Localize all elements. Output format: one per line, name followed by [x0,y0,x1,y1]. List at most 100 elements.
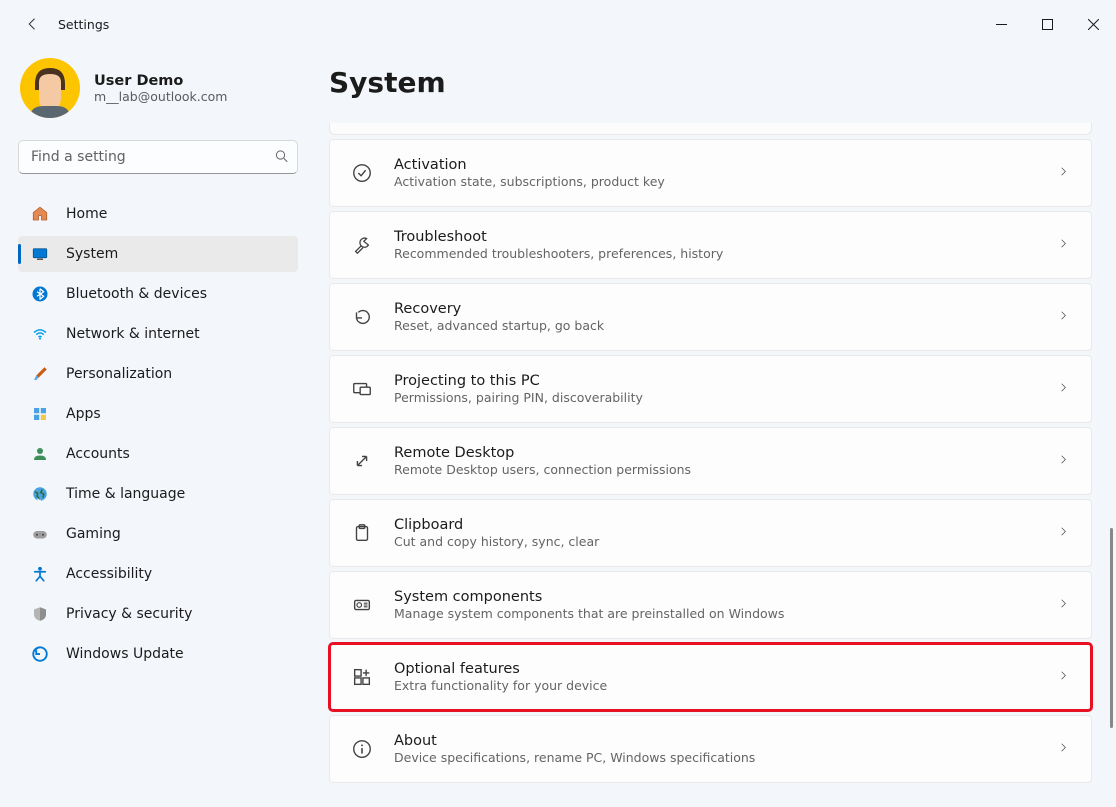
recovery-icon [350,305,374,329]
info-icon [350,737,374,761]
nav-item-time[interactable]: Time & language [18,476,298,512]
chevron-right-icon [1056,308,1071,327]
nav-item-label: Home [66,206,107,222]
system-icon [30,244,50,264]
shield-icon [30,604,50,624]
card-desc: Cut and copy history, sync, clear [394,534,1056,549]
nav-item-bluetooth[interactable]: Bluetooth & devices [18,276,298,312]
card-desc: Extra functionality for your device [394,678,1056,693]
card-title: About [394,733,1056,749]
previous-card-edge [329,123,1092,135]
card-title: Activation [394,157,1056,173]
nav-item-home[interactable]: Home [18,196,298,232]
card-components[interactable]: System components Manage system componen… [329,571,1092,639]
gamepad-icon [30,524,50,544]
scrollbar-thumb[interactable] [1110,528,1113,728]
chevron-right-icon [1056,380,1071,399]
nav-item-accounts[interactable]: Accounts [18,436,298,472]
person-icon [30,444,50,464]
card-troubleshoot[interactable]: Troubleshoot Recommended troubleshooters… [329,211,1092,279]
card-desc: Manage system components that are preins… [394,606,1056,621]
card-desc: Remote Desktop users, connection permiss… [394,462,1056,477]
card-desc: Recommended troubleshooters, preferences… [394,246,1056,261]
chevron-right-icon [1056,740,1071,759]
brush-icon [30,364,50,384]
nav-item-label: Accessibility [66,566,152,582]
card-desc: Activation state, subscriptions, product… [394,174,1056,189]
nav-item-label: Personalization [66,366,172,382]
main-content: System Activation Activation state, subs… [305,48,1116,807]
maximize-button[interactable] [1024,0,1070,48]
search-wrap [18,140,298,174]
check-circle-icon [350,161,374,185]
title-bar: Settings [0,0,1116,48]
nav-item-label: Network & internet [66,326,200,342]
card-title: Troubleshoot [394,229,1056,245]
chevron-right-icon [1056,452,1071,471]
wrench-icon [350,233,374,257]
app-title: Settings [58,17,109,32]
nav-item-label: Gaming [66,526,121,542]
card-activation[interactable]: Activation Activation state, subscriptio… [329,139,1092,207]
nav: Home System Bluetooth & devices Network & i… [18,196,298,672]
chevron-right-icon [1056,524,1071,543]
minimize-button[interactable] [978,0,1024,48]
sidebar: User Demo m__lab@outlook.com Home System B… [0,48,305,807]
card-desc: Permissions, pairing PIN, discoverabilit… [394,390,1056,405]
card-desc: Reset, advanced startup, go back [394,318,1056,333]
card-clipboard[interactable]: Clipboard Cut and copy history, sync, cl… [329,499,1092,567]
home-icon [30,204,50,224]
chevron-right-icon [1056,164,1071,183]
nav-item-system[interactable]: System [18,236,298,272]
avatar [20,58,80,118]
components-icon [350,593,374,617]
nav-item-label: Bluetooth & devices [66,286,207,302]
nav-item-accessibility[interactable]: Accessibility [18,556,298,592]
card-remote[interactable]: Remote Desktop Remote Desktop users, con… [329,427,1092,495]
chevron-right-icon [1056,596,1071,615]
card-about[interactable]: About Device specifications, rename PC, … [329,715,1092,783]
nav-item-label: Time & language [66,486,185,502]
card-desc: Device specifications, rename PC, Window… [394,750,1056,765]
nav-item-label: Privacy & security [66,606,192,622]
card-title: Projecting to this PC [394,373,1056,389]
chevron-right-icon [1056,668,1071,687]
profile-block[interactable]: User Demo m__lab@outlook.com [18,58,295,118]
remote-icon [350,449,374,473]
close-button[interactable] [1070,0,1116,48]
profile-name: User Demo [94,73,227,89]
card-title: Optional features [394,661,1056,677]
nav-item-personalization[interactable]: Personalization [18,356,298,392]
search-icon [273,148,288,167]
card-optional[interactable]: Optional features Extra functionality fo… [329,643,1092,711]
apps-icon [30,404,50,424]
nav-item-network[interactable]: Network & internet [18,316,298,352]
optional-icon [350,665,374,689]
accessibility-icon [30,564,50,584]
clipboard-icon [350,521,374,545]
update-icon [30,644,50,664]
profile-email: m__lab@outlook.com [94,89,227,104]
wifi-icon [30,324,50,344]
card-title: Recovery [394,301,1056,317]
nav-item-label: Accounts [66,446,130,462]
card-projecting[interactable]: Projecting to this PC Permissions, pairi… [329,355,1092,423]
back-button[interactable] [18,9,48,39]
nav-item-label: System [66,246,118,262]
project-icon [350,377,374,401]
bluetooth-icon [30,284,50,304]
nav-item-privacy[interactable]: Privacy & security [18,596,298,632]
search-input[interactable] [18,140,298,174]
card-title: Clipboard [394,517,1056,533]
card-title: Remote Desktop [394,445,1056,461]
card-title: System components [394,589,1056,605]
chevron-right-icon [1056,236,1071,255]
card-recovery[interactable]: Recovery Reset, advanced startup, go bac… [329,283,1092,351]
nav-item-apps[interactable]: Apps [18,396,298,432]
nav-item-label: Apps [66,406,101,422]
globe-icon [30,484,50,504]
nav-item-label: Windows Update [66,646,184,662]
window-controls [978,0,1116,48]
nav-item-gaming[interactable]: Gaming [18,516,298,552]
nav-item-update[interactable]: Windows Update [18,636,298,672]
